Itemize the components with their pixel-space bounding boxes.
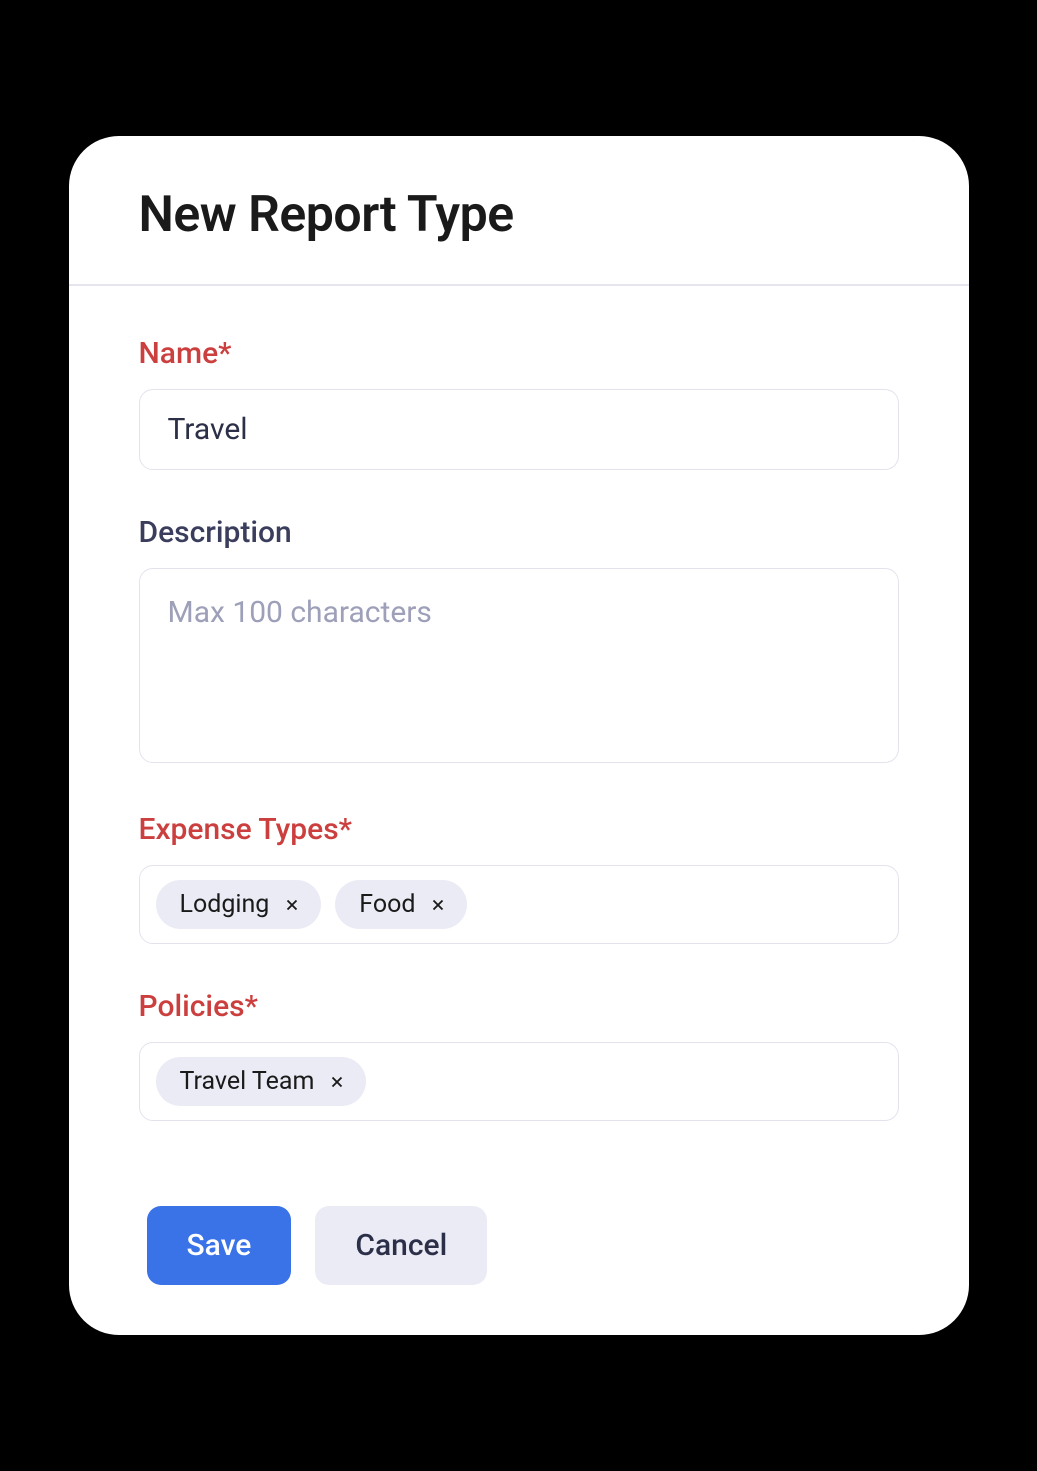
name-field: Name*	[139, 336, 899, 470]
tag-label: Food	[359, 890, 415, 919]
cancel-button[interactable]: Cancel	[315, 1206, 487, 1285]
save-button[interactable]: Save	[147, 1206, 292, 1285]
name-input[interactable]	[139, 389, 899, 470]
modal-header: New Report Type	[69, 136, 969, 286]
expense-types-label: Expense Types*	[139, 812, 899, 847]
modal-body: Name* Description Expense Types* Lodging…	[69, 286, 969, 1186]
description-label: Description	[139, 515, 899, 550]
close-icon[interactable]	[281, 894, 303, 916]
expense-type-tag: Lodging	[156, 880, 322, 929]
tag-label: Lodging	[180, 890, 270, 919]
policy-tag: Travel Team	[156, 1057, 367, 1106]
expense-types-input[interactable]: Lodging Food	[139, 865, 899, 944]
name-label: Name*	[139, 336, 899, 371]
close-icon[interactable]	[427, 894, 449, 916]
expense-type-tag: Food	[335, 880, 467, 929]
close-icon[interactable]	[326, 1071, 348, 1093]
description-input[interactable]	[139, 568, 899, 763]
tag-label: Travel Team	[180, 1067, 315, 1096]
new-report-type-modal: New Report Type Name* Description Expens…	[69, 136, 969, 1335]
modal-footer: Save Cancel	[69, 1186, 969, 1285]
expense-types-field: Expense Types* Lodging Food	[139, 812, 899, 944]
policies-label: Policies*	[139, 989, 899, 1024]
description-field: Description	[139, 515, 899, 767]
policies-input[interactable]: Travel Team	[139, 1042, 899, 1121]
policies-field: Policies* Travel Team	[139, 989, 899, 1121]
modal-title: New Report Type	[139, 186, 899, 244]
